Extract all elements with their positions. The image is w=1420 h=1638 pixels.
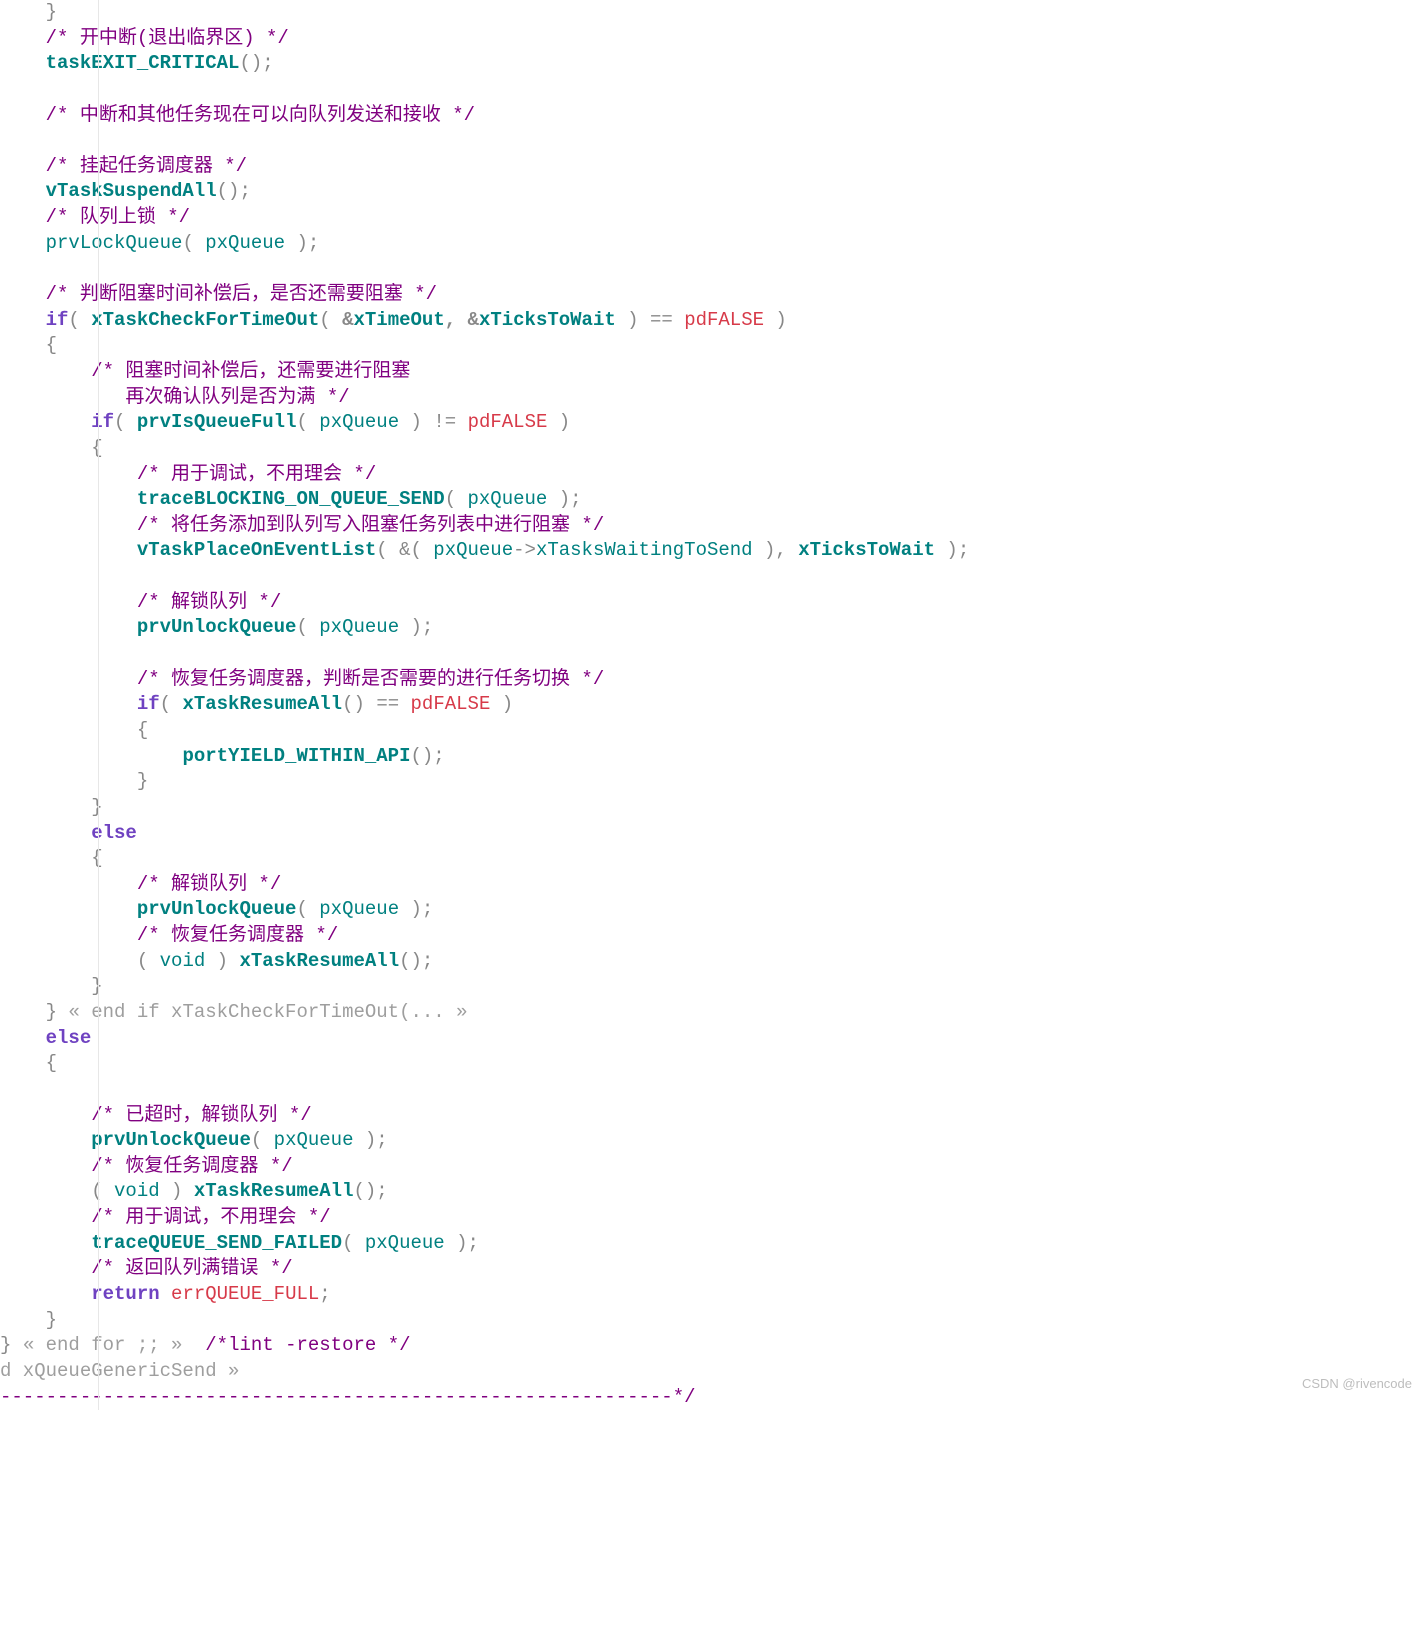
arg: pxQueue (319, 411, 399, 433)
comment: /* 开中断(退出临界区) */ (46, 27, 289, 49)
const: pdFALSE (684, 309, 764, 331)
comment: /* 恢复任务调度器，判断是否需要的进行任务切换 */ (137, 668, 604, 690)
fn-call: xTaskCheckForTimeOut (91, 309, 319, 331)
keyword-if: if (137, 693, 160, 715)
comment: /* 将任务添加到队列写入阻塞任务列表中进行阻塞 */ (137, 514, 604, 536)
comment: /*lint -restore */ (205, 1334, 410, 1356)
comment: /* 中断和其他任务现在可以向队列发送和接收 */ (46, 104, 475, 126)
arg: pxQueue (205, 232, 285, 254)
arg: pxQueue (468, 488, 548, 510)
const: pdFALSE (411, 693, 491, 715)
arg: xTicksToWait (479, 309, 616, 331)
fold-hint: « end for ;; » (23, 1334, 183, 1356)
code-block: } /* 开中断(退出临界区) */ taskEXIT_CRITICAL(); … (0, 0, 1420, 1410)
fn-call: xTaskResumeAll (194, 1180, 354, 1202)
comment: ----------------------------------------… (0, 1386, 696, 1408)
brace: } (46, 1, 57, 23)
keyword-return: return (91, 1283, 159, 1305)
fn-call: portYIELD_WITHIN_API (182, 745, 410, 767)
comment: /* 恢复任务调度器 */ (137, 924, 338, 946)
punct: (); (239, 52, 273, 74)
fn-call: prvUnlockQueue (91, 1129, 251, 1151)
arg: pxQueue (274, 1129, 354, 1151)
indent-guide (98, 0, 99, 1410)
comment: /* 队列上锁 */ (46, 206, 190, 228)
fn-call: vTaskSuspendAll (46, 180, 217, 202)
fn-call: taskEXIT_CRITICAL (46, 52, 240, 74)
keyword-void: void (160, 950, 206, 972)
comment: /* 判断阻塞时间补偿后，是否还需要阻塞 */ (46, 283, 437, 305)
arg: pxQueue (319, 616, 399, 638)
op: != (433, 411, 456, 433)
comment: /* 已超时，解锁队列 */ (91, 1104, 311, 1126)
arg: pxQueue (365, 1232, 445, 1254)
keyword-void: void (114, 1180, 160, 1202)
fn-call: prvUnlockQueue (137, 616, 297, 638)
comment: /* 恢复任务调度器 */ (91, 1155, 292, 1177)
keyword-if: if (91, 411, 114, 433)
comment: /* 阻塞时间补偿后，还需要进行阻塞 (91, 360, 410, 382)
fn-call: traceQUEUE_SEND_FAILED (91, 1232, 342, 1254)
keyword-if: if (46, 309, 69, 331)
fn-call: vTaskPlaceOnEventList (137, 539, 376, 561)
arg: xTicksToWait (798, 539, 935, 561)
comment: /* 解锁队列 */ (137, 873, 281, 895)
comment: /* 用于调试，不用理会 */ (91, 1206, 330, 1228)
fn-name: prvLockQueue (46, 232, 183, 254)
comment: /* 返回队列满错误 */ (91, 1257, 292, 1279)
const: pdFALSE (468, 411, 548, 433)
fn-call: prvIsQueueFull (137, 411, 297, 433)
arg: pxQueue (319, 898, 399, 920)
fn-call: xTaskResumeAll (182, 693, 342, 715)
fold-hint: « end if xTaskCheckForTimeOut(... » (68, 1001, 467, 1023)
fn-call: prvLockQueue( pxQueue ); (46, 232, 320, 254)
keyword-else: else (46, 1027, 92, 1049)
const: errQUEUE_FULL (171, 1283, 319, 1305)
member: xTasksWaitingToSend (536, 539, 753, 561)
punct: (); (217, 180, 251, 202)
fn-call: traceBLOCKING_ON_QUEUE_SEND (137, 488, 445, 510)
arg: xTimeOut (354, 309, 445, 331)
comment: /* 用于调试，不用理会 */ (137, 463, 376, 485)
op: == (376, 693, 399, 715)
comment: 再次确认队列是否为满 */ (91, 386, 349, 408)
op: == (650, 309, 673, 331)
watermark: CSDN @rivencode (1302, 1375, 1412, 1393)
comment: /* 解锁队列 */ (137, 591, 281, 613)
comment: /* 挂起任务调度器 */ (46, 155, 247, 177)
fn-call: prvUnlockQueue (137, 898, 297, 920)
fold-hint: d xQueueGenericSend » (0, 1360, 239, 1382)
arg: pxQueue (433, 539, 513, 561)
fn-call: xTaskResumeAll (239, 950, 399, 972)
